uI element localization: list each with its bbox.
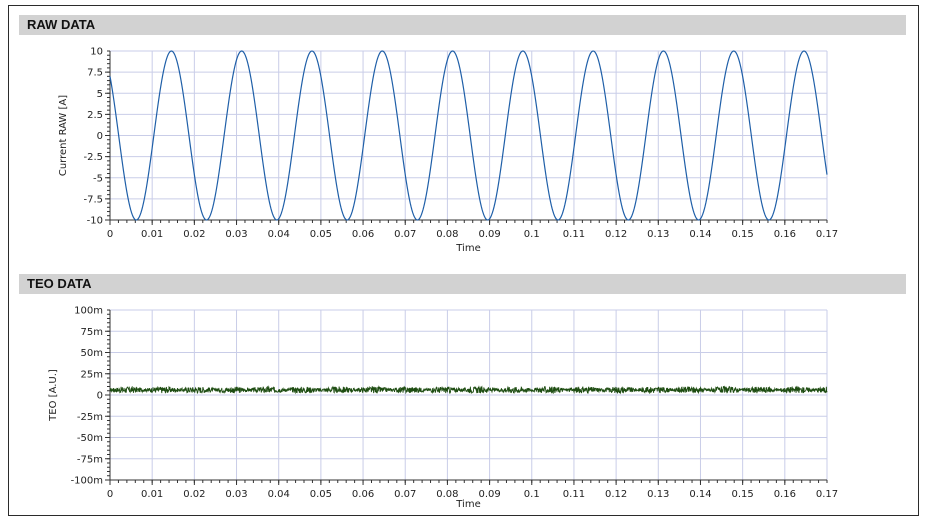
- x-tick-label: 0.01: [141, 229, 163, 240]
- x-tick-label: 0.08: [436, 489, 458, 500]
- x-tick-label: 0.11: [563, 229, 585, 240]
- y-tick-label: 7.5: [87, 68, 103, 79]
- y-tick-label: 5: [97, 89, 103, 100]
- x-tick-label: 0.17: [816, 489, 838, 500]
- x-tick-label: 0: [107, 489, 113, 500]
- x-tick-label: 0: [107, 229, 113, 240]
- x-tick-label: 0.13: [647, 489, 669, 500]
- teo-chart: 0 0.01 0.02 0.03 0.04 0.05 0.06 0.07 0.08 0.09 0.1…: [48, 306, 838, 511]
- x-tick-label: 0.1: [524, 229, 540, 240]
- y-tick-label: 25m: [81, 369, 103, 380]
- y-tick-label: -50m: [77, 433, 103, 444]
- y-tick-label: -5: [93, 173, 103, 184]
- x-tick-label: 0.07: [394, 229, 416, 240]
- raw-chart: 0 0.01 0.02 0.03 0.04 0.05 0.06 0.07 0.08 0.09 0.1…: [58, 47, 838, 255]
- x-tick-label: 0.14: [689, 229, 711, 240]
- y-axis-label: Current RAW [A]: [58, 95, 69, 176]
- y-tick-label: 2.5: [87, 110, 103, 121]
- x-tick-label: 0.1: [524, 489, 540, 500]
- x-tick-label: 0.01: [141, 489, 163, 500]
- grid: [109, 50, 828, 221]
- x-tick-label: 0.06: [352, 489, 374, 500]
- x-axis-label: Time: [455, 243, 480, 254]
- y-tick-label: 10: [90, 47, 103, 58]
- x-tick-label: 0.16: [774, 229, 796, 240]
- x-tick-label: 0.04: [268, 229, 290, 240]
- x-tick-label: 0.06: [352, 229, 374, 240]
- series-line-teo: [109, 385, 828, 395]
- y-tick-label: -7.5: [83, 194, 103, 205]
- x-tick-label: 0.07: [394, 489, 416, 500]
- y-tick-label: 0: [97, 131, 103, 142]
- grid: [109, 309, 828, 481]
- x-tick-label: 0.16: [774, 489, 796, 500]
- y-tick-label: 50m: [81, 348, 103, 359]
- x-tick-label: 0.12: [605, 229, 627, 240]
- y-tick-label: -75m: [77, 454, 103, 465]
- y-tick-label: -25m: [77, 412, 103, 423]
- x-tick-label: 0.17: [816, 229, 838, 240]
- x-tick-label: 0.05: [310, 489, 332, 500]
- x-tick-label: 0.03: [225, 489, 247, 500]
- x-tick-label: 0.02: [183, 229, 205, 240]
- y-tick-label: 0: [97, 391, 103, 402]
- y-tick-label: -2.5: [83, 152, 103, 163]
- y-tick-label: -100m: [71, 476, 103, 487]
- x-tick-label: 0.13: [647, 229, 669, 240]
- y-tick-label: -10: [87, 216, 103, 227]
- x-axis-label: Time: [455, 499, 480, 510]
- y-tick-label: 75m: [81, 327, 103, 338]
- x-tick-label: 0.11: [563, 489, 585, 500]
- x-tick-label: 0.14: [689, 489, 711, 500]
- y-axis-label: TEO [A.U.]: [48, 369, 59, 422]
- x-tick-label: 0.05: [310, 229, 332, 240]
- x-tick-label: 0.15: [732, 229, 754, 240]
- x-tick-label: 0.08: [436, 229, 458, 240]
- x-tick-label: 0.09: [478, 489, 500, 500]
- y-tick-label: 100m: [74, 306, 103, 317]
- x-tick-label: 0.02: [183, 489, 205, 500]
- x-tick-label: 0.09: [478, 229, 500, 240]
- x-tick-label: 0.03: [225, 229, 247, 240]
- x-tick-label: 0.12: [605, 489, 627, 500]
- x-tick-label: 0.15: [732, 489, 754, 500]
- charts-canvas: 0 0.01 0.02 0.03 0.04 0.05 0.06 0.07 0.08 0.09 0.1…: [48, 47, 838, 511]
- x-tick-label: 0.04: [268, 489, 290, 500]
